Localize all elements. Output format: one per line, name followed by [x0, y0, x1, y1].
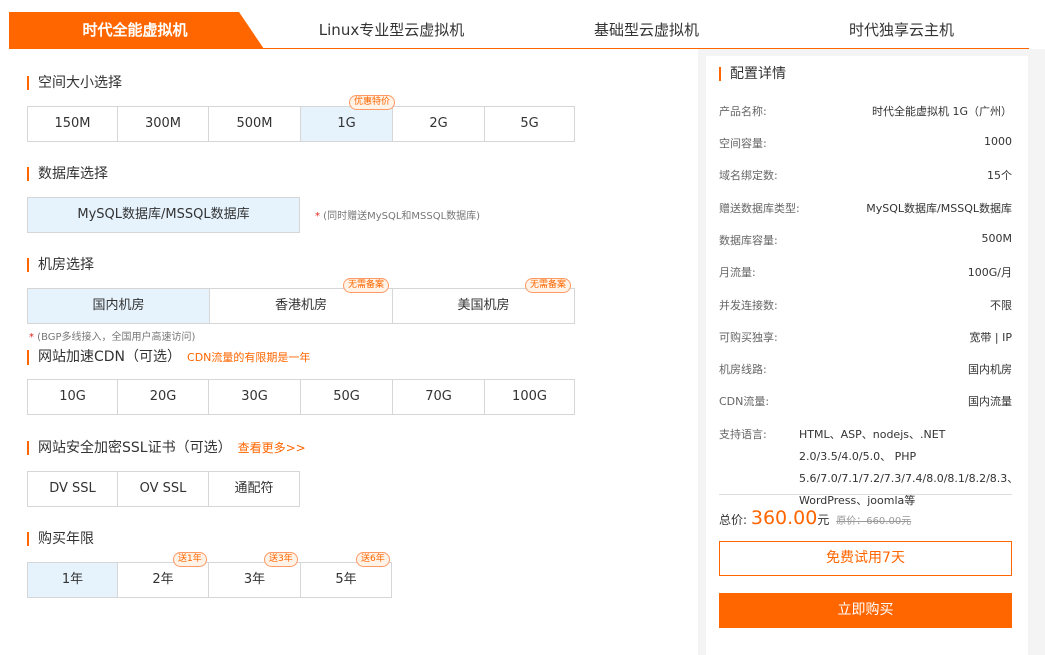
- tab-dedicated-host[interactable]: 时代独享云主机: [774, 12, 1029, 48]
- database-hint: * (同时赠送MySQL和MSSQL数据库): [315, 211, 481, 222]
- cdn-option-50g[interactable]: 50G: [300, 379, 393, 415]
- ssl-more-link[interactable]: 查看更多>>: [238, 441, 306, 455]
- space-option-150m[interactable]: 150M: [27, 106, 118, 142]
- config-key-product-name: 产品名称:: [719, 105, 767, 118]
- room-hint: * (BGP多线接入，全国用户高速访问): [29, 332, 196, 343]
- config-value-languages: HTML、ASP、nodejs、.NET 2.0/3.5/4.0/5.0、 PH…: [799, 428, 1019, 507]
- space-option-500m[interactable]: 500M: [208, 106, 301, 142]
- config-value-product-name: 时代全能虚拟机 1G（广州）: [871, 105, 1012, 118]
- no-filing-badge-hongkong: 无需备案: [343, 278, 390, 293]
- config-key-languages: 支持语言:: [719, 428, 767, 441]
- product-tabs: 时代全能虚拟机 Linux专业型云虚拟机 基础型云虚拟机 时代独享云主机: [9, 12, 1029, 49]
- room-option-usa[interactable]: 美国机房: [392, 288, 575, 324]
- special-offer-badge: 优惠特价: [349, 95, 396, 110]
- config-key-connections: 并发连接数:: [719, 299, 778, 312]
- config-key-line: 机房线路:: [719, 363, 767, 376]
- config-key-db-type: 赠送数据库类型:: [719, 202, 800, 215]
- config-value-cdn: 国内流量: [968, 395, 1012, 408]
- cdn-option-30g[interactable]: 30G: [208, 379, 301, 415]
- config-title: 配置详情: [719, 67, 786, 81]
- tab-basic-vm[interactable]: 基础型云虚拟机: [519, 12, 774, 48]
- room-option-domestic[interactable]: 国内机房: [27, 288, 210, 324]
- buy-now-button[interactable]: 立即购买: [719, 593, 1012, 628]
- config-divider: [719, 494, 1012, 495]
- price-label: 总价:: [719, 513, 748, 527]
- price-amount: 360.00: [750, 507, 818, 529]
- original-price: 原价：660.00元: [836, 516, 912, 527]
- config-value-exclusive: 宽带 | IP: [969, 331, 1012, 344]
- config-key-domains: 域名绑定数:: [719, 169, 778, 182]
- price-unit: 元: [817, 513, 830, 527]
- tab-all-in-one-vm[interactable]: 时代全能虚拟机: [9, 12, 261, 48]
- years-option-1[interactable]: 1年: [27, 562, 118, 598]
- tab-linux-vm[interactable]: Linux专业型云虚拟机: [264, 12, 519, 48]
- config-value-db-type: MySQL数据库/MSSQL数据库: [866, 202, 1012, 215]
- config-key-cdn: CDN流量:: [719, 395, 770, 408]
- config-value-connections: 不限: [990, 299, 1012, 312]
- years-option-5[interactable]: 5年: [300, 562, 392, 598]
- bonus-badge-2y: 送1年: [173, 552, 207, 567]
- space-option-2g[interactable]: 2G: [392, 106, 485, 142]
- years-section-title: 购买年限: [27, 532, 94, 546]
- ssl-section-title: 网站安全加密SSL证书（可选） 查看更多>>: [27, 441, 306, 455]
- config-key-space: 空间容量:: [719, 137, 767, 150]
- space-option-5g[interactable]: 5G: [484, 106, 575, 142]
- database-section-title: 数据库选择: [27, 167, 108, 181]
- config-value-db-size: 500M: [981, 232, 1013, 245]
- space-option-300m[interactable]: 300M: [117, 106, 209, 142]
- config-key-db-size: 数据库容量:: [719, 234, 778, 247]
- cdn-option-20g[interactable]: 20G: [117, 379, 209, 415]
- space-section-title: 空间大小选择: [27, 76, 122, 90]
- config-key-exclusive: 可购买独享:: [719, 331, 778, 344]
- ssl-option-wildcard[interactable]: 通配符: [208, 471, 300, 507]
- room-section-title: 机房选择: [27, 258, 94, 272]
- free-trial-button[interactable]: 免费试用7天: [719, 541, 1012, 576]
- no-filing-badge-usa: 无需备案: [525, 278, 572, 293]
- cdn-section-title: 网站加速CDN（可选） CDN流量的有限期是一年: [27, 350, 310, 365]
- ssl-option-dv[interactable]: DV SSL: [27, 471, 118, 507]
- cdn-note: CDN流量的有限期是一年: [187, 351, 311, 364]
- cdn-option-70g[interactable]: 70G: [392, 379, 485, 415]
- years-option-2[interactable]: 2年: [117, 562, 209, 598]
- cdn-option-100g[interactable]: 100G: [484, 379, 575, 415]
- config-value-line: 国内机房: [968, 363, 1012, 376]
- ssl-option-ov[interactable]: OV SSL: [117, 471, 209, 507]
- years-option-3[interactable]: 3年: [208, 562, 301, 598]
- config-value-space: 1000: [984, 135, 1012, 148]
- cdn-option-10g[interactable]: 10G: [27, 379, 118, 415]
- bonus-badge-3y: 送3年: [264, 552, 298, 567]
- bonus-badge-5y: 送6年: [356, 552, 390, 567]
- config-value-traffic: 100G/月: [967, 266, 1012, 279]
- config-value-domains: 15个: [987, 169, 1012, 182]
- database-option-mysql-mssql[interactable]: MySQL数据库/MSSQL数据库: [27, 197, 300, 233]
- space-option-1g[interactable]: 1G: [300, 106, 393, 142]
- room-option-hongkong[interactable]: 香港机房: [209, 288, 393, 324]
- config-key-traffic: 月流量:: [719, 266, 756, 279]
- price-row: 总价: 360.00元 原价：660.00元: [719, 507, 911, 529]
